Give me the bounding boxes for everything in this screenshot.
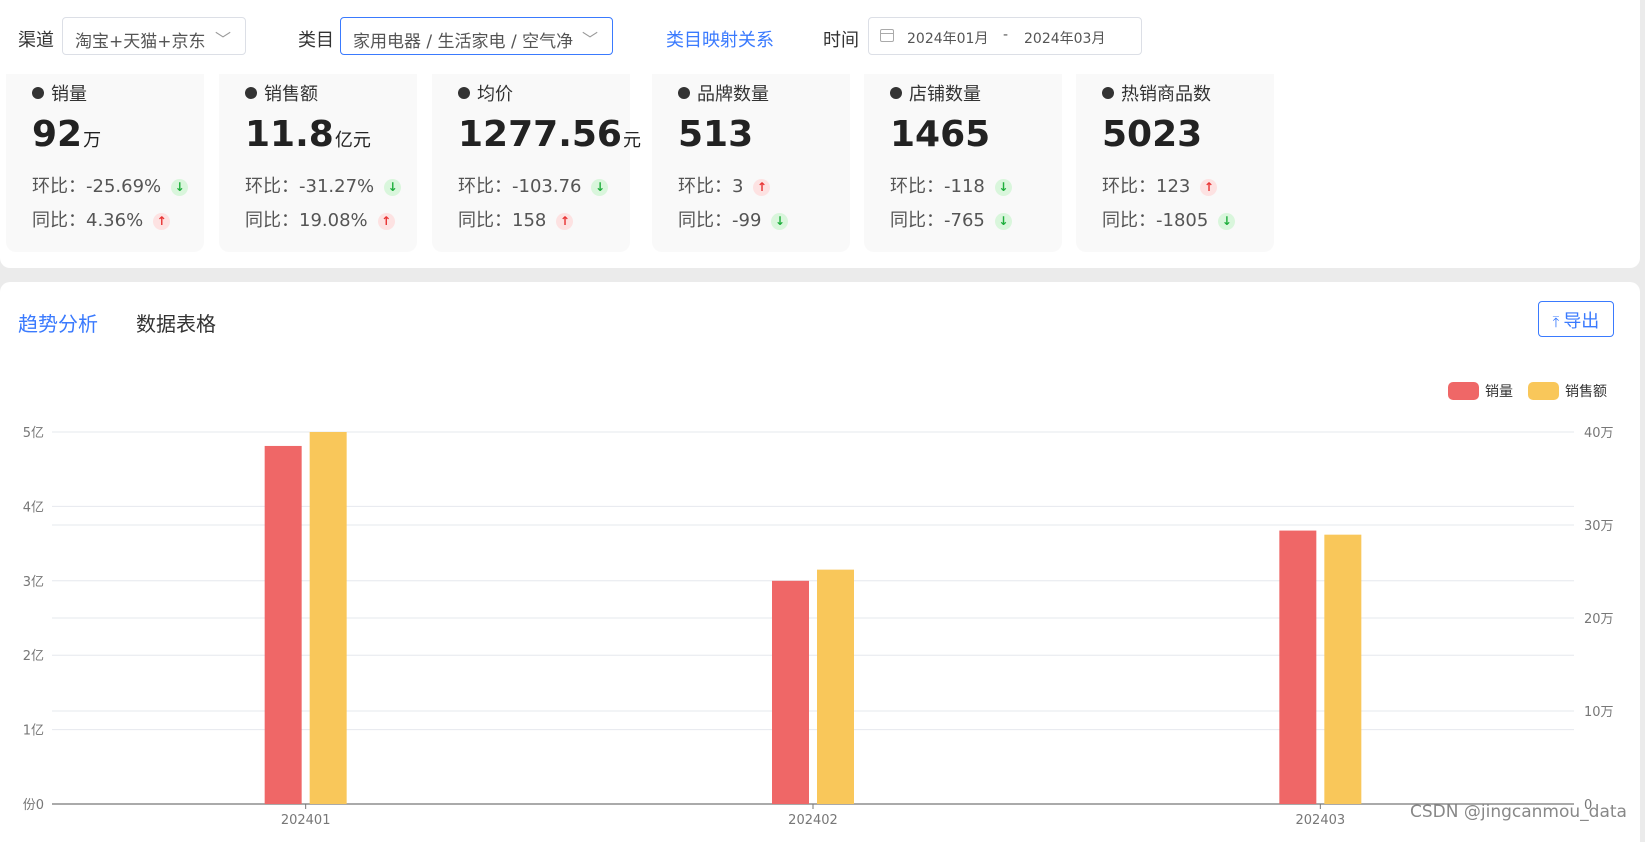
arrow-up-icon: ↑ xyxy=(753,179,771,196)
kpi-title: 店铺数量 xyxy=(890,80,981,106)
arrow-down-icon: ↓ xyxy=(384,179,402,196)
left-axis-tick-label: 份0 xyxy=(23,798,44,813)
kpi-mom: 环比：3 ↑ xyxy=(678,172,771,198)
bar xyxy=(772,580,809,804)
kpi-value: 1465 xyxy=(890,114,991,155)
x-axis-tick-label: 202402 xyxy=(788,813,838,828)
date-separator: - xyxy=(1003,27,1009,43)
date-range-picker[interactable]: 2024年01月 - 2024年03月 xyxy=(868,17,1142,55)
channel-select-value: 淘宝+天猫+京东 xyxy=(75,32,206,52)
left-axis-tick-label: 3亿 xyxy=(23,575,44,590)
right-axis-tick-label: 40万 xyxy=(1584,426,1614,441)
bar xyxy=(309,432,347,804)
right-axis-tick-label: 20万 xyxy=(1584,612,1614,627)
filter-bar: 渠道 淘宝+天猫+京东 ﹀ 类目 家用电器 / 生活家电 / 空气净 ﹀ 类目映… xyxy=(0,0,1640,74)
kpi-yoy: 同比：-765 ↓ xyxy=(890,206,1012,232)
category-mapping-link[interactable]: 类目映射关系 xyxy=(666,26,774,52)
category-select-value: 家用电器 / 生活家电 / 空气净 xyxy=(353,32,574,52)
date-start[interactable]: 2024年01月 xyxy=(907,28,988,48)
kpi-yoy: 同比：-99 ↓ xyxy=(678,206,789,232)
arrow-up-icon: ↑ xyxy=(377,213,395,230)
bullet-icon xyxy=(1102,87,1114,99)
bullet-icon xyxy=(458,87,470,99)
kpi-title: 均价 xyxy=(458,80,513,106)
kpi-mom: 环比：-25.69% ↓ xyxy=(32,172,189,198)
kpi-yoy: 同比：-1805 ↓ xyxy=(1102,206,1236,232)
kpi-card-sales-amount: 销售额 11.8亿元 环比：-31.27% ↓ 同比：19.08% ↑ xyxy=(219,74,417,252)
arrow-down-icon: ↓ xyxy=(994,213,1012,230)
kpi-card-hot-products: 热销商品数 5023 环比：123 ↑ 同比：-1805 ↓ xyxy=(1076,74,1274,252)
arrow-down-icon: ↓ xyxy=(771,213,789,230)
arrow-down-icon: ↓ xyxy=(591,179,609,196)
time-label: 时间 xyxy=(823,30,859,51)
bar xyxy=(817,569,854,804)
kpi-title: 销量 xyxy=(32,80,87,106)
left-axis-tick-label: 5亿 xyxy=(23,426,44,441)
channel-select[interactable]: 淘宝+天猫+京东 ﹀ xyxy=(62,17,246,55)
kpi-value: 5023 xyxy=(1102,114,1203,155)
kpi-mom: 环比：-118 ↓ xyxy=(890,172,1012,198)
bullet-icon xyxy=(32,87,44,99)
x-axis-tick-label: 202403 xyxy=(1296,813,1346,828)
kpi-value: 513 xyxy=(678,114,754,155)
arrow-up-icon: ↑ xyxy=(1200,179,1218,196)
left-axis-tick-label: 4亿 xyxy=(23,500,44,515)
kpi-yoy: 同比：158 ↑ xyxy=(458,206,574,232)
kpi-title: 销售额 xyxy=(245,80,318,106)
legend-swatch xyxy=(1528,382,1559,400)
chevron-down-icon: ﹀ xyxy=(581,30,598,49)
arrow-down-icon: ↓ xyxy=(171,179,189,196)
chart-panel: 趋势分析 数据表格 ⤒ 导出 份0 1亿 2亿 3亿 4亿 5亿 0 10万 20万 30万 40万 2… xyxy=(0,282,1640,842)
kpi-card-avg-price: 均价 1277.56元 环比：-103.76 ↓ 同比：158 ↑ xyxy=(432,74,641,252)
calendar-icon xyxy=(880,29,894,42)
kpi-title: 品牌数量 xyxy=(678,80,769,106)
kpi-card-store-count: 店铺数量 1465 环比：-118 ↓ 同比：-765 ↓ xyxy=(864,74,1062,252)
arrow-down-icon: ↓ xyxy=(1218,213,1236,230)
right-axis-tick-label: 30万 xyxy=(1584,519,1614,534)
x-axis-tick-label: 202401 xyxy=(281,813,331,828)
right-axis-tick-label: 10万 xyxy=(1584,705,1614,720)
kpi-title: 热销商品数 xyxy=(1102,80,1211,106)
bar xyxy=(1279,530,1317,804)
bar-chart: 份01亿2亿3亿4亿5亿010万20万30万40万202401 202402 202… xyxy=(23,382,1614,828)
arrow-up-icon: ↑ xyxy=(153,213,171,230)
watermark: CSDN @jingcanmou_data xyxy=(1410,802,1627,822)
bullet-icon xyxy=(245,87,257,99)
kpi-card-brand-count: 品牌数量 513 环比：3 ↑ 同比：-99 ↓ xyxy=(652,74,850,252)
kpi-yoy: 同比：4.36% ↑ xyxy=(32,206,171,232)
bar xyxy=(264,445,302,804)
kpi-value: 1277.56元 xyxy=(458,114,641,155)
bullet-icon xyxy=(890,87,902,99)
kpi-value: 92万 xyxy=(32,114,102,155)
kpi-value: 11.8亿元 xyxy=(245,114,371,155)
channel-label: 渠道 xyxy=(18,30,54,51)
kpi-mom: 环比：-103.76 ↓ xyxy=(458,172,609,198)
kpi-card-sales-volume: 销量 92万 环比：-25.69% ↓ 同比：4.36% ↑ xyxy=(6,74,204,252)
bullet-icon xyxy=(678,87,690,99)
left-axis-tick-label: 1亿 xyxy=(23,724,44,739)
kpi-mom: 环比：-31.27% ↓ xyxy=(245,172,402,198)
legend-label: 销量 xyxy=(1485,384,1513,400)
bar xyxy=(1324,534,1362,804)
legend-swatch xyxy=(1448,382,1479,400)
arrow-up-icon: ↑ xyxy=(556,213,574,230)
kpi-mom: 环比：123 ↑ xyxy=(1102,172,1218,198)
legend-label: 销售额 xyxy=(1565,384,1607,400)
arrow-down-icon: ↓ xyxy=(994,179,1012,196)
left-axis-tick-label: 2亿 xyxy=(23,649,44,664)
chevron-down-icon: ﹀ xyxy=(214,30,231,49)
kpi-yoy: 同比：19.08% ↑ xyxy=(245,206,395,232)
kpi-panel: 销量 92万 环比：-25.69% ↓ 同比：4.36% ↑ 销售额 11.8亿元 … xyxy=(0,74,1640,268)
category-label: 类目 xyxy=(298,30,334,51)
date-end[interactable]: 2024年03月 xyxy=(1024,28,1105,48)
category-select[interactable]: 家用电器 / 生活家电 / 空气净 ﹀ xyxy=(340,17,613,55)
